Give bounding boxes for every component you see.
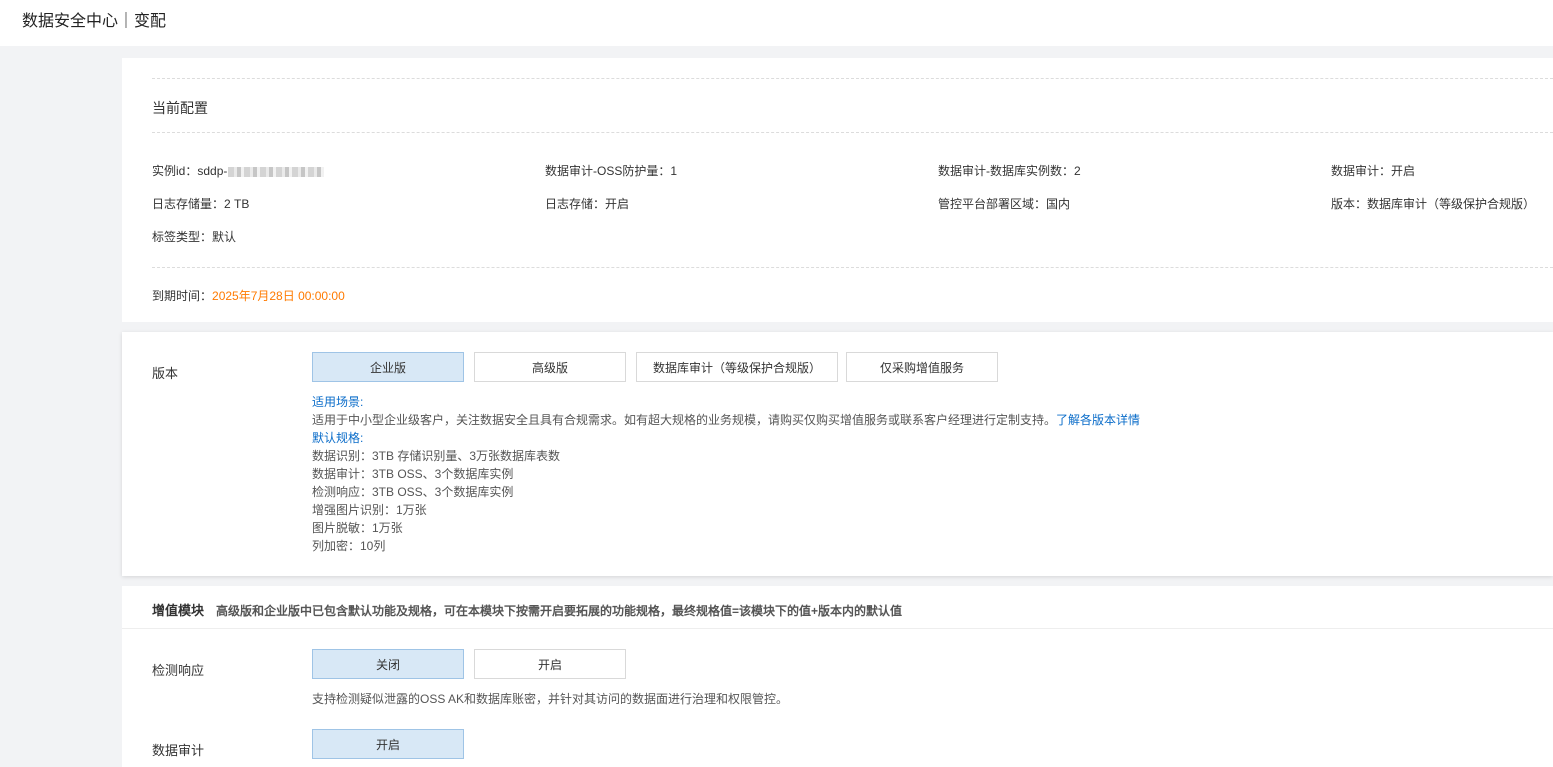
page-title: 数据安全中心｜变配 [22,13,167,30]
current-config-card: 当前配置 实例id：sddp- 数据审计-OSS防护量：1 数据审计-数据库实例… [122,58,1553,322]
info-data-audit: 数据审计：开启 [1331,164,1416,178]
detection-description: 支持检测疑似泄露的OSS AK和数据库账密，并针对其访问的数据面进行治理和权限管… [312,692,789,706]
info-deploy-region: 管控平台部署区域：国内 [938,197,1071,211]
version-option-enterprise[interactable]: 企业版 [312,352,464,382]
redacted-id-mask [228,166,325,177]
detection-off-button[interactable]: 关闭 [312,649,464,679]
scenario-description: 适用于中小型企业级客户，关注数据安全且具有合规需求。如有超大规格的业务规模，请购… [312,413,1057,427]
info-log-storage: 日志存储：开启 [545,197,630,211]
addons-card: 增值模块 高级版和企业版中已包含默认功能及规格，可在本模块下按需开启要拓展的功能规… [122,586,1553,767]
version-option-advanced[interactable]: 高级版 [474,352,626,382]
version-card: 版本 企业版 高级版 数据库审计（等级保护合规版） 仅采购增值服务 适用场景: … [122,332,1553,576]
divider [152,78,1553,79]
instance-id: 实例id：sddp- [152,162,325,179]
info-log-storage-size: 日志存储量：2 TB [152,197,250,211]
current-config-title: 当前配置 [152,100,208,116]
version-details-link[interactable]: 了解各版本详情 [1056,413,1140,427]
info-version: 版本：数据库审计（等级保护合规版） [1331,197,1536,211]
addons-subtitle: 高级版和企业版中已包含默认功能及规格，可在本模块下按需开启要拓展的功能规格，最终… [216,604,903,618]
divider [122,628,1553,629]
info-db-instances: 数据审计-数据库实例数：2 [938,164,1081,178]
info-oss-protection: 数据审计-OSS防护量：1 [545,164,678,178]
spec-item: 检测响应：3TB OSS、3个数据库实例 [312,485,514,499]
spec-item: 增强图片识别：1万张 [312,503,427,517]
instance-id-label: 实例id：sddp- [152,164,228,178]
scenario-text: 适用于中小型企业级客户，关注数据安全且具有合规需求。如有超大规格的业务规模，请购… [312,411,1140,429]
audit-label: 数据审计 [152,743,205,758]
spec-item: 数据识别：3TB 存储识别量、3万张数据库表数 [312,449,561,463]
expire-time: 到期时间：2025年7月28日 00:00:00 [152,287,345,304]
spec-title: 默认规格: [312,431,364,445]
detection-on-button[interactable]: 开启 [474,649,626,679]
divider [152,132,1553,133]
info-tag-type: 标签类型：默认 [152,230,237,244]
audit-on-button[interactable]: 开启 [312,729,464,759]
addons-title: 增值模块 [152,603,205,618]
addons-header: 增值模块 高级版和企业版中已包含默认功能及规格，可在本模块下按需开启要拓展的功能规… [152,600,902,619]
expire-label: 到期时间： [152,289,213,303]
main-content: 当前配置 实例id：sddp- 数据审计-OSS防护量：1 数据审计-数据库实例… [122,58,1553,767]
version-option-addons-only[interactable]: 仅采购增值服务 [846,352,998,382]
spec-item: 列加密：10列 [312,539,386,553]
spec-item: 数据审计：3TB OSS、3个数据库实例 [312,467,514,481]
scenario-title: 适用场景: [312,395,364,409]
spec-item: 图片脱敏：1万张 [312,521,403,535]
top-bar: 数据安全中心｜变配 [0,0,1553,46]
expire-value: 2025年7月28日 00:00:00 [212,289,345,303]
version-option-db-audit[interactable]: 数据库审计（等级保护合规版） [636,352,838,382]
detection-label: 检测响应 [152,663,205,678]
version-label: 版本 [152,366,179,381]
divider [152,267,1553,268]
